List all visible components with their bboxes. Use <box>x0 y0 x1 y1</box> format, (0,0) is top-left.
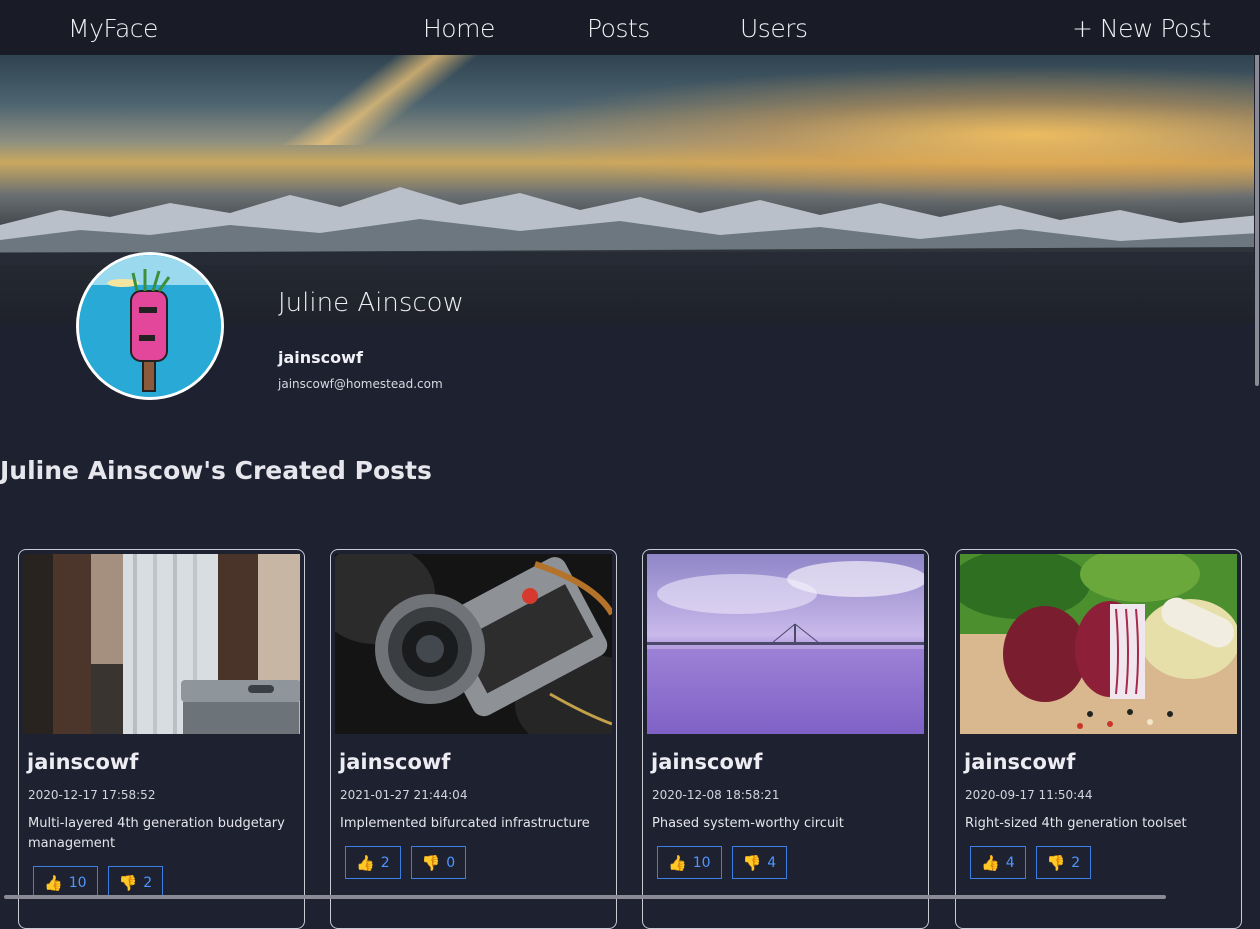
nav-posts-link[interactable]: Posts <box>587 14 650 44</box>
nav-users-link[interactable]: Users <box>740 14 808 44</box>
dislike-button[interactable]: 👎 4 <box>731 846 788 879</box>
dislike-count: 4 <box>767 854 777 871</box>
nav-home-link[interactable]: Home <box>423 14 495 44</box>
like-count: 2 <box>380 854 390 871</box>
post-image <box>23 554 300 734</box>
new-post-link[interactable]: + New Post <box>1072 14 1211 44</box>
post-author[interactable]: jainscowf <box>339 750 450 774</box>
thumbs-down-icon: 👎 <box>118 873 138 892</box>
post-date: 2021-01-27 21:44:04 <box>340 788 468 802</box>
post-date: 2020-12-17 17:58:52 <box>28 788 156 802</box>
post-image <box>335 554 612 734</box>
post-message: Multi-layered 4th generation budgetary m… <box>28 816 285 851</box>
post-image <box>960 554 1237 734</box>
post-message: Right-sized 4th generation toolset <box>965 816 1187 831</box>
thumbs-up-icon: 👍 <box>356 853 375 872</box>
vertical-scrollbar[interactable] <box>1254 0 1260 900</box>
dislike-button[interactable]: 👎 2 <box>1035 846 1092 879</box>
post-card[interactable]: jainscowf 2020-12-17 17:58:52 Multi-laye… <box>18 549 305 929</box>
thumbs-up-icon: 👍 <box>44 873 63 892</box>
brand-link[interactable]: MyFace <box>68 14 158 44</box>
thumbs-down-icon: 👎 <box>742 853 762 872</box>
vertical-scrollbar-thumb[interactable] <box>1255 2 1259 386</box>
post-card[interactable]: jainscowf 2020-09-17 11:50:44 Right-size… <box>955 549 1242 929</box>
section-title: Juline Ainscow's Created Posts <box>0 456 432 485</box>
thumbs-up-icon: 👍 <box>981 853 1000 872</box>
dislike-button[interactable]: 👎 0 <box>410 846 467 879</box>
dislike-count: 2 <box>1071 854 1081 871</box>
profile-username: jainscowf <box>278 348 363 367</box>
post-message: Phased system-worthy circuit <box>652 816 844 831</box>
like-count: 10 <box>68 874 87 891</box>
post-date: 2020-09-17 11:50:44 <box>965 788 1093 802</box>
dislike-count: 2 <box>143 874 153 891</box>
post-card[interactable]: jainscowf 2021-01-27 21:44:04 Implemente… <box>330 549 617 929</box>
profile-email: jainscowf@homestead.com <box>278 377 443 391</box>
post-author[interactable]: jainscowf <box>964 750 1075 774</box>
vote-row: 👍 10 👎 4 <box>657 846 788 879</box>
dislike-count: 0 <box>446 854 456 871</box>
navbar: MyFace Home Posts Users + New Post <box>0 0 1260 55</box>
post-message: Implemented bifurcated infrastructure <box>340 816 590 831</box>
profile-name: Juline Ainscow <box>278 288 464 318</box>
thumbs-down-icon: 👎 <box>1046 853 1066 872</box>
post-date: 2020-12-08 18:58:21 <box>652 788 780 802</box>
horizontal-scrollbar-thumb[interactable] <box>4 895 1166 899</box>
post-author[interactable]: jainscowf <box>651 750 762 774</box>
post-card[interactable]: jainscowf 2020-12-08 18:58:21 Phased sys… <box>642 549 929 929</box>
post-author[interactable]: jainscowf <box>27 750 138 774</box>
like-button[interactable]: 👍 10 <box>657 846 722 879</box>
vote-row: 👍 2 👎 0 <box>345 846 467 879</box>
like-count: 4 <box>1005 854 1015 871</box>
thumbs-up-icon: 👍 <box>668 853 687 872</box>
avatar <box>76 252 224 400</box>
like-count: 10 <box>692 854 711 871</box>
post-image <box>647 554 924 734</box>
like-button[interactable]: 👍 2 <box>345 846 401 879</box>
thumbs-down-icon: 👎 <box>421 853 441 872</box>
like-button[interactable]: 👍 4 <box>970 846 1026 879</box>
vote-row: 👍 4 👎 2 <box>970 846 1092 879</box>
